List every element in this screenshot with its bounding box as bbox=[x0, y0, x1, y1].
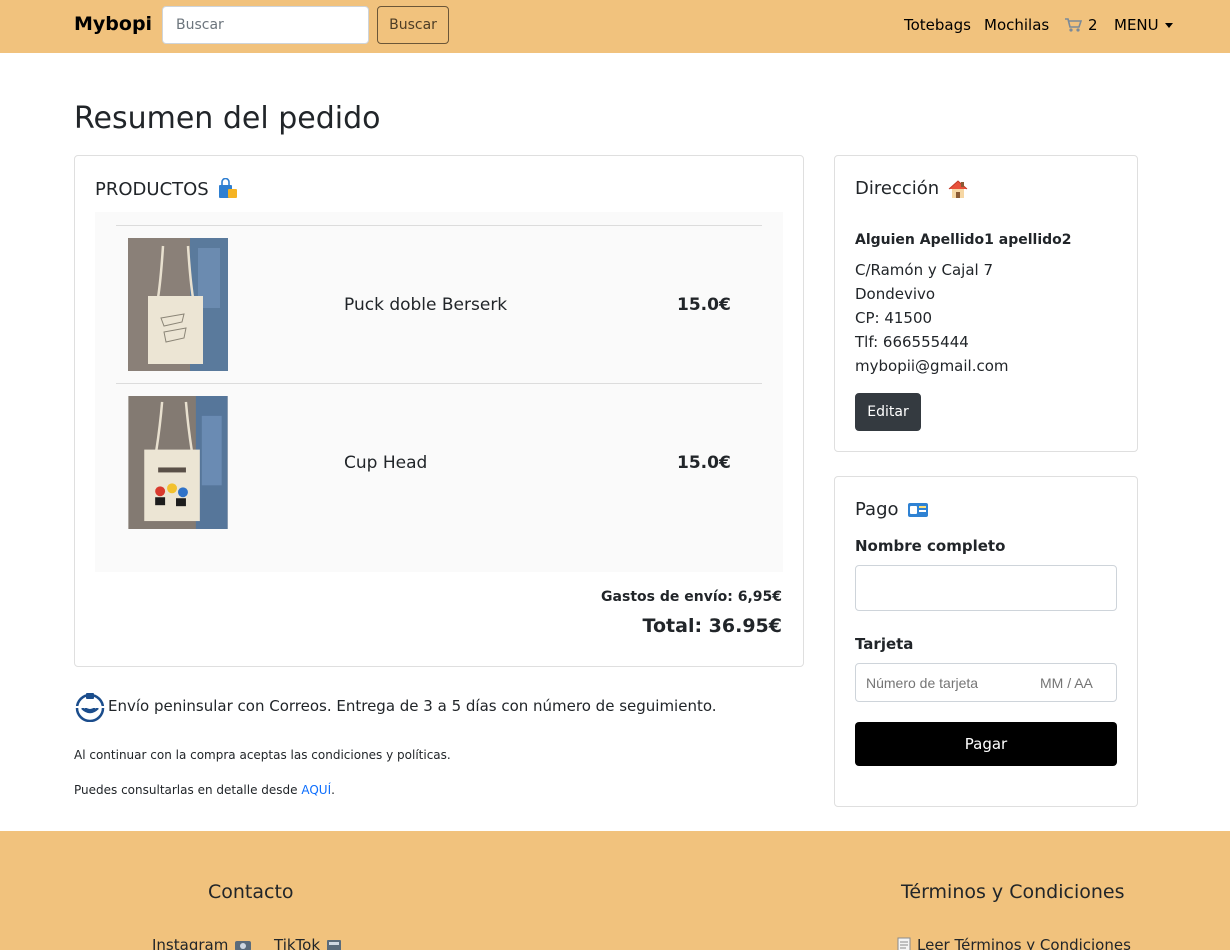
address-email: mybopii@gmail.com bbox=[855, 357, 1009, 375]
legal-suffix: . bbox=[331, 783, 335, 797]
menu-label: MENU bbox=[1114, 16, 1159, 34]
caret-down-icon bbox=[1164, 22, 1173, 28]
terms-link-label: Leer Términos y Condiciones bbox=[917, 936, 1131, 950]
products-heading-label: PRODUCTOS bbox=[95, 178, 209, 200]
full-name-input[interactable] bbox=[855, 565, 1117, 611]
shopping-cart-icon bbox=[1065, 18, 1082, 32]
camera-icon bbox=[235, 941, 252, 950]
product-price: 15.0€ bbox=[677, 295, 731, 315]
credit-card-icon bbox=[907, 502, 928, 517]
video-icon bbox=[327, 940, 342, 950]
house-icon bbox=[948, 179, 968, 198]
terms-link[interactable]: Leer Términos y Condiciones bbox=[897, 936, 1131, 950]
footer: Contacto Términos y Condiciones Instagra… bbox=[0, 831, 1230, 950]
products-heading: PRODUCTOS bbox=[95, 178, 239, 200]
page-title: Resumen del pedido bbox=[74, 101, 381, 136]
payment-card: Pago Nombre completo Tarjeta Pagar bbox=[834, 476, 1138, 807]
tiktok-label: TikTok bbox=[274, 936, 321, 950]
payment-heading: Pago bbox=[855, 499, 929, 520]
product-row[interactable]: Cup Head 15.0€ bbox=[116, 383, 762, 541]
recipient-name: Alguien Apellido1 apellido2 bbox=[855, 232, 1072, 248]
search-input[interactable] bbox=[162, 6, 369, 44]
legal-link-line: Puedes consultarlas en detalle desde AQU… bbox=[74, 783, 335, 797]
tote-bag-cuphead-image bbox=[128, 396, 228, 529]
nav-link-totebags[interactable]: Totebags bbox=[904, 16, 971, 34]
full-name-label: Nombre completo bbox=[855, 537, 1006, 555]
nav-cart-link[interactable]: 2 bbox=[1064, 16, 1098, 34]
navbar: Mybopi Buscar Totebags Mochilas 2 MENU bbox=[0, 0, 1230, 53]
address-phone: Tlf: 666555444 bbox=[855, 333, 969, 351]
cart-count: 2 bbox=[1088, 16, 1098, 34]
search-button[interactable]: Buscar bbox=[377, 6, 449, 44]
payment-heading-label: Pago bbox=[855, 499, 899, 520]
card-label: Tarjeta bbox=[855, 635, 914, 653]
tote-bag-berserk-image bbox=[128, 238, 228, 371]
address-city: Dondevivo bbox=[855, 285, 936, 303]
card-number-input[interactable] bbox=[856, 664, 1036, 701]
footer-terms-heading: Términos y Condiciones bbox=[901, 881, 1125, 903]
card-expiry-input[interactable] bbox=[1040, 664, 1116, 701]
instagram-label: Instagram bbox=[152, 936, 229, 950]
product-name: Cup Head bbox=[344, 453, 428, 473]
instagram-link[interactable]: Instagram bbox=[152, 936, 252, 950]
edit-address-button[interactable]: Editar bbox=[855, 393, 921, 431]
address-heading-label: Dirección bbox=[855, 178, 940, 199]
products-table: Puck doble Berserk 15.0€ Cup Head 15.0€ bbox=[95, 212, 783, 572]
products-card: PRODUCTOS Puck doble Berserk 15.0€ Cup H… bbox=[74, 155, 804, 667]
card-input-group bbox=[855, 663, 1117, 702]
order-total: Total: 36.95€ bbox=[642, 615, 782, 637]
tiktok-link[interactable]: TikTok bbox=[274, 936, 344, 950]
footer-contact-heading: Contacto bbox=[208, 881, 294, 903]
product-name: Puck doble Berserk bbox=[344, 295, 508, 315]
pay-button[interactable]: Pagar bbox=[855, 722, 1117, 766]
shipping-note-text: Envío peninsular con Correos. Entrega de… bbox=[108, 697, 717, 715]
document-icon bbox=[897, 937, 911, 950]
nav-link-mochilas[interactable]: Mochilas bbox=[984, 16, 1049, 34]
shopping-bags-icon bbox=[218, 178, 237, 198]
address-card: Dirección Alguien Apellido1 apellido2 C/… bbox=[834, 155, 1138, 452]
brand-logo[interactable]: Mybopi bbox=[74, 13, 152, 35]
address-street: C/Ramón y Cajal 7 bbox=[855, 261, 994, 279]
address-postal-code: CP: 41500 bbox=[855, 309, 933, 327]
menu-dropdown[interactable]: MENU bbox=[1114, 16, 1173, 34]
shipping-note: Envío peninsular con Correos. Entrega de… bbox=[74, 690, 717, 722]
shipping-cost: Gastos de envío: 6,95€ bbox=[601, 589, 782, 605]
product-price: 15.0€ bbox=[677, 453, 731, 473]
legal-prefix: Puedes consultarlas en detalle desde bbox=[74, 783, 302, 797]
correos-logo-icon bbox=[74, 693, 106, 722]
legal-notice: Al continuar con la compra aceptas las c… bbox=[74, 748, 451, 762]
conditions-link[interactable]: AQUÍ bbox=[301, 783, 331, 797]
product-row[interactable]: Puck doble Berserk 15.0€ bbox=[116, 225, 762, 383]
address-heading: Dirección bbox=[855, 178, 969, 199]
